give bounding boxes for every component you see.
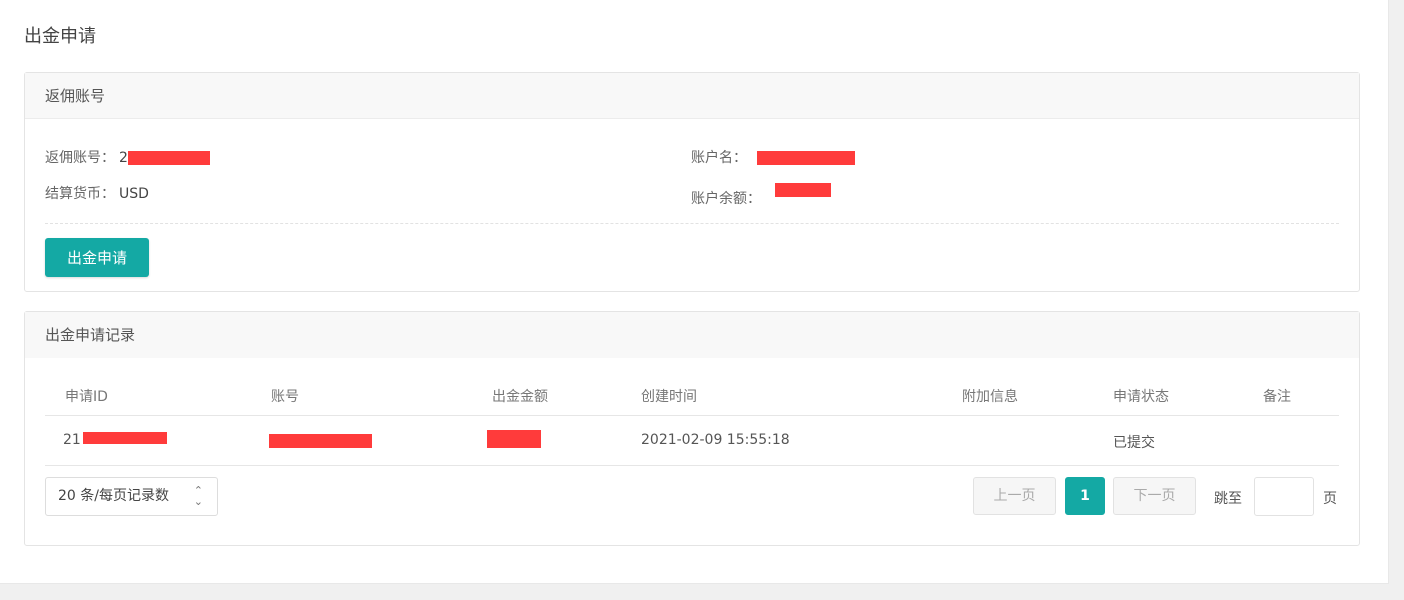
balance-label: 账户余额： <box>691 191 761 207</box>
column-header-status: 申请状态 <box>1113 389 1169 405</box>
row-account-cell <box>269 433 372 449</box>
account-name-label: 账户名： <box>691 150 747 166</box>
column-header-amount: 出金金额 <box>492 389 548 405</box>
redaction-mark <box>487 430 541 448</box>
withdrawal-records-card-header: 出金申请记录 <box>25 312 1359 358</box>
column-header-account: 账号 <box>271 389 299 405</box>
jump-to-label: 跳至 <box>1214 491 1242 507</box>
row-amount-cell <box>487 430 541 448</box>
select-updown-icon: ⌃ ⌄ <box>193 484 203 508</box>
next-page-button[interactable]: 下一页 <box>1113 477 1196 515</box>
rebate-account-card-header: 返佣账号 <box>25 73 1359 119</box>
row-id: 21 <box>63 432 81 448</box>
rebate-account-label: 返佣账号： <box>45 150 115 166</box>
prev-page-button[interactable]: 上一页 <box>973 477 1056 515</box>
page-title: 出金申请 <box>24 26 96 47</box>
apply-withdrawal-button[interactable]: 出金申请 <box>45 238 149 277</box>
currency-value: USD <box>119 186 149 202</box>
column-header-id: 申请ID <box>65 389 108 405</box>
page-size-select[interactable]: 20 条/每页记录数 ⌃ ⌄ <box>45 477 218 516</box>
row-created-time: 2021-02-09 15:55:18 <box>641 432 790 448</box>
page-unit-label: 页 <box>1323 491 1337 507</box>
section-divider <box>45 223 1339 224</box>
row-status: 已提交 <box>1113 435 1155 451</box>
table-header-row: 申请ID 账号 出金金额 创建时间 附加信息 申请状态 备注 <box>45 374 1339 416</box>
rebate-account-row: 返佣账号： 2 <box>45 147 210 167</box>
redaction-mark <box>757 151 855 165</box>
column-header-created: 创建时间 <box>641 389 697 405</box>
records-table: 申请ID 账号 出金金额 创建时间 附加信息 申请状态 备注 21 2021-0… <box>45 374 1339 466</box>
page-1-button[interactable]: 1 <box>1065 477 1105 515</box>
account-name-row: 账户名： <box>691 147 855 167</box>
currency-label: 结算货币： <box>45 186 115 202</box>
page-container: 出金申请 返佣账号 返佣账号： 2 账户名： 结算货币： USD 账户余额： 出金申… <box>0 0 1389 584</box>
jump-page-input[interactable] <box>1254 477 1314 516</box>
withdrawal-records-card: 出金申请记录 申请ID 账号 出金金额 创建时间 附加信息 申请状态 备注 21… <box>24 311 1360 546</box>
rebate-account-card: 返佣账号 返佣账号： 2 账户名： 结算货币： USD 账户余额： 出金申请 <box>24 72 1360 292</box>
redaction-mark <box>127 151 210 165</box>
redaction-mark <box>82 432 167 444</box>
row-id-cell: 21 <box>63 432 167 448</box>
column-header-remark: 备注 <box>1263 389 1291 405</box>
column-header-extra: 附加信息 <box>962 389 1018 405</box>
redaction-mark <box>269 434 372 448</box>
currency-row: 结算货币： USD <box>45 183 149 203</box>
balance-row: 账户余额： <box>691 183 831 208</box>
redaction-mark <box>775 183 831 197</box>
page-size-value: 20 条/每页记录数 <box>58 488 169 504</box>
table-row[interactable]: 21 2021-02-09 15:55:18 已提交 <box>45 416 1339 466</box>
rebate-account-value: 2 <box>119 150 128 166</box>
